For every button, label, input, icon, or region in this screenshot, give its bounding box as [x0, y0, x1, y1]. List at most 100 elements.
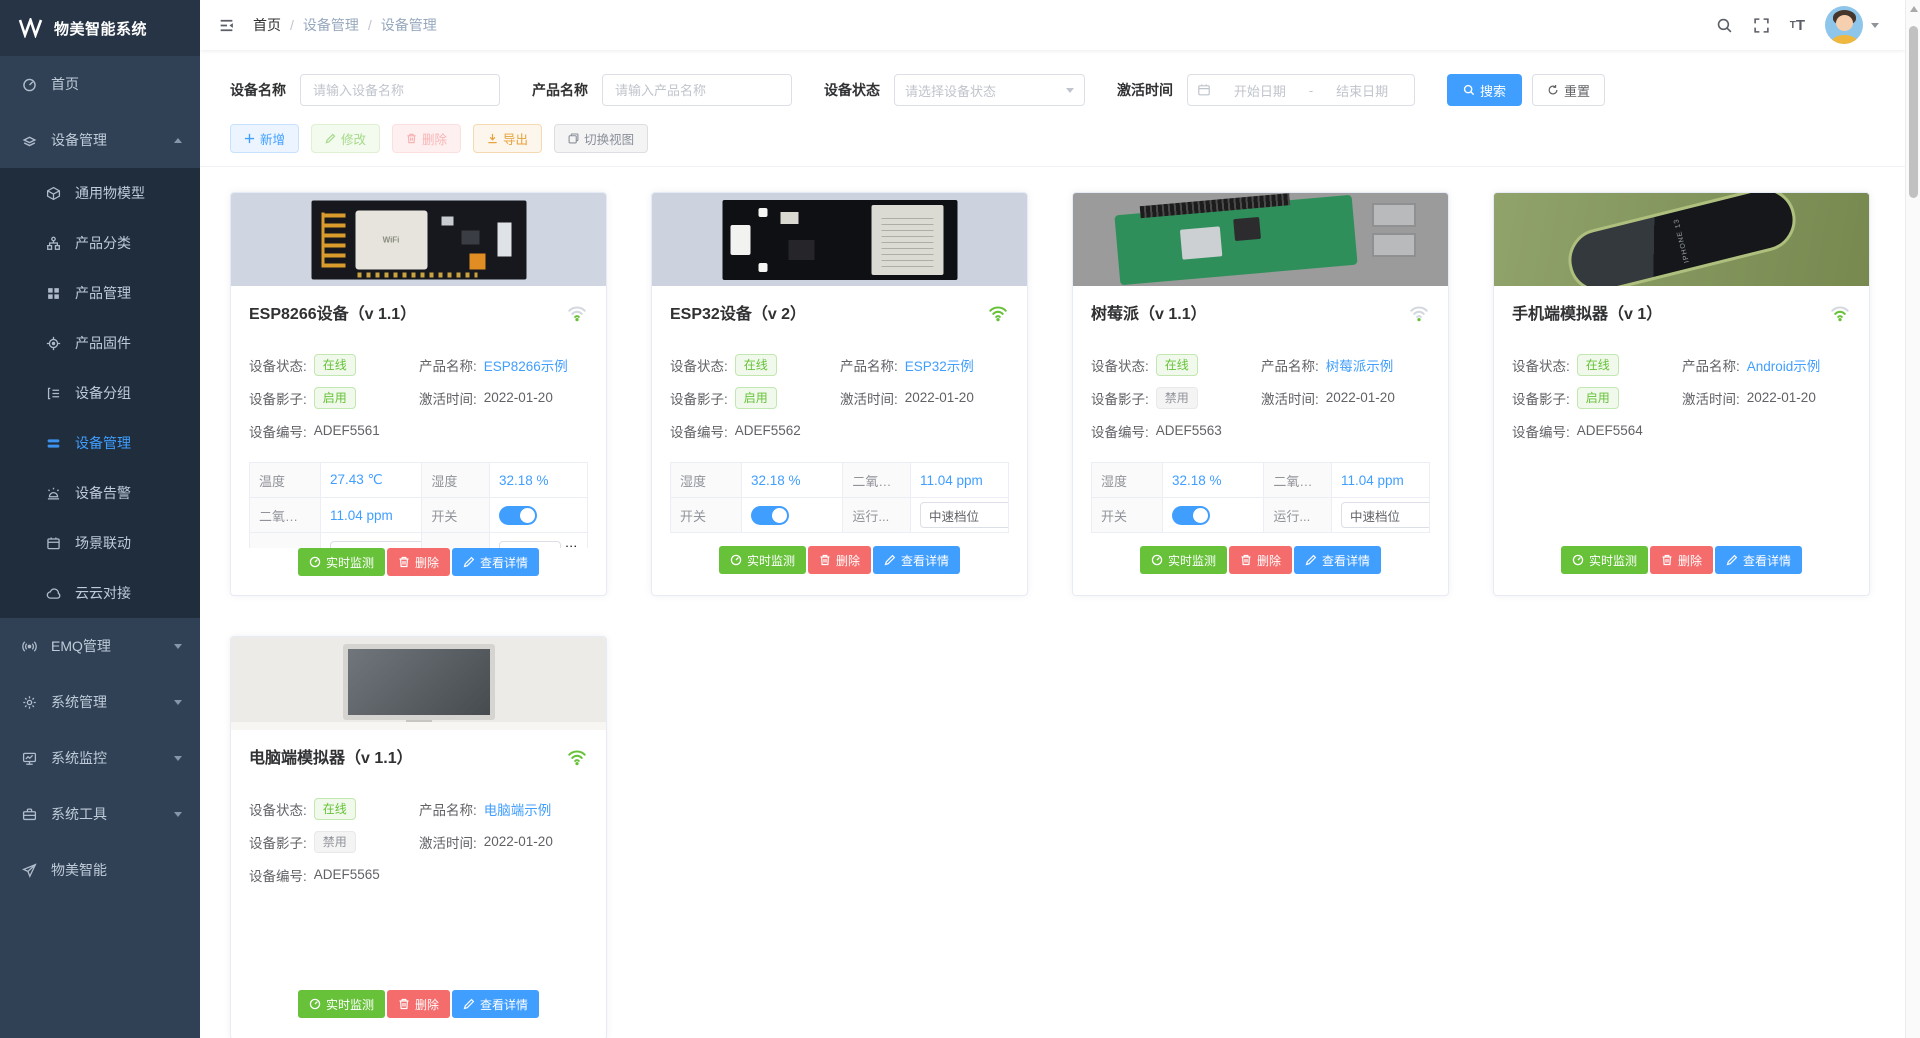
sidebar-item-thing-model[interactable]: 通用物模型: [0, 168, 200, 218]
clipped-input[interactable]: [330, 541, 422, 548]
sidebar-item-device-mgmt-active[interactable]: 设备管理: [0, 418, 200, 468]
sidebar-item-product-mgmt[interactable]: 产品管理: [0, 268, 200, 318]
chevron-up-icon: [174, 138, 182, 143]
status-badge: 在线: [1156, 354, 1198, 376]
realtime-monitor-button[interactable]: 实时监测: [1140, 546, 1227, 574]
sidebar-item-system-tools[interactable]: 系统工具: [0, 786, 200, 842]
product-link[interactable]: 树莓派示例: [1326, 355, 1394, 375]
sidebar-item-product-firmware[interactable]: 产品固件: [0, 318, 200, 368]
add-button[interactable]: 新增: [230, 124, 299, 153]
chevron-down-icon: [174, 812, 182, 817]
view-detail-button[interactable]: 查看详情: [452, 548, 539, 576]
reset-button[interactable]: 重置: [1532, 74, 1605, 106]
sidebar-item-label: 设备管理: [51, 130, 107, 150]
field-label: 产品名称:: [1682, 355, 1740, 375]
realtime-monitor-button[interactable]: 实时监测: [298, 990, 385, 1018]
delete-device-button[interactable]: 删除: [1229, 546, 1292, 574]
delete-device-button[interactable]: 删除: [387, 990, 450, 1018]
view-detail-button[interactable]: 查看详情: [452, 990, 539, 1018]
fullscreen-icon[interactable]: [1753, 17, 1770, 34]
realtime-monitor-button[interactable]: 实时监测: [1561, 546, 1648, 574]
select-placeholder: 请选择设备状态: [905, 81, 1066, 100]
product-link[interactable]: ESP32示例: [905, 355, 974, 375]
monitor-chart-icon: [22, 751, 37, 766]
wifi-signal-icon: [1408, 303, 1430, 322]
sidebar-item-product-category[interactable]: 产品分类: [0, 218, 200, 268]
device-list-icon: [46, 436, 61, 451]
font-size-icon[interactable]: TT: [1790, 17, 1805, 34]
view-detail-button[interactable]: 查看详情: [1294, 546, 1381, 574]
device-status-select[interactable]: 请选择设备状态: [894, 74, 1085, 106]
sidebar-fold-icon[interactable]: [218, 17, 235, 34]
realtime-monitor-button[interactable]: 实时监测: [298, 548, 385, 576]
search-button[interactable]: 搜索: [1447, 74, 1522, 106]
sidebar-item-device-group[interactable]: 设备分组: [0, 368, 200, 418]
active-time-value: 2022-01-20: [1326, 390, 1395, 405]
component-graphic: [441, 216, 453, 225]
sidebar-item-system-monitor[interactable]: 系统监控: [0, 730, 200, 786]
export-button[interactable]: 导出: [473, 124, 542, 153]
view-detail-button[interactable]: 查看详情: [1715, 546, 1802, 574]
scrollbar-thumb[interactable]: [1909, 26, 1918, 198]
trash-icon: [819, 554, 831, 566]
active-time-value: 2022-01-20: [1747, 390, 1816, 405]
filter-active-time: 激活时间 开始日期 - 结束日期: [1117, 74, 1415, 106]
sensor-label: 运行...: [843, 498, 911, 533]
user-menu[interactable]: [1825, 6, 1879, 44]
device-info: 设备状态:在线 产品名称:ESP8266示例 设备影子:启用 激活时间:2022…: [249, 348, 588, 447]
scroll-up-arrow[interactable]: [1910, 6, 1918, 12]
device-name-input[interactable]: [300, 74, 500, 106]
view-detail-button[interactable]: 查看详情: [873, 546, 960, 574]
wifi-signal-icon: [566, 747, 588, 766]
toggle-switch-on[interactable]: [1172, 506, 1210, 525]
vertical-scrollbar[interactable]: [1905, 0, 1920, 1038]
sidebar-item-home[interactable]: 首页: [0, 56, 200, 112]
sidebar-item-cloud-connect[interactable]: 云云对接: [0, 568, 200, 618]
delete-device-button[interactable]: 删除: [808, 546, 871, 574]
search-icon[interactable]: [1716, 17, 1733, 34]
realtime-monitor-button[interactable]: 实时监测: [719, 546, 806, 574]
caret-down-icon[interactable]: [1871, 23, 1879, 28]
category-tree-icon: [46, 236, 61, 251]
sidebar-item-system-mgmt[interactable]: 系统管理: [0, 674, 200, 730]
dashboard-icon: [22, 77, 37, 92]
toggle-switch-on[interactable]: [751, 506, 789, 525]
breadcrumb-home[interactable]: 首页: [253, 15, 281, 35]
date-range-picker[interactable]: 开始日期 - 结束日期: [1187, 74, 1415, 106]
component-graphic: [469, 253, 485, 269]
sensor-table: 温度 27.43 ℃ 湿度 32.18 % 二氧化碳 11.04 ppm 开关: [249, 462, 588, 548]
pencil-icon: [1305, 554, 1317, 566]
product-link[interactable]: ESP8266示例: [484, 355, 568, 375]
card-actions: 实时监测 删除 查看详情: [670, 546, 1009, 574]
switch-view-button[interactable]: 切换视图: [554, 124, 648, 153]
device-title: ESP32设备（v 2）: [670, 300, 806, 324]
avatar[interactable]: [1825, 6, 1863, 44]
edit-button[interactable]: 修改: [311, 124, 380, 153]
product-link[interactable]: 电脑端示例: [484, 799, 552, 819]
product-link[interactable]: Android示例: [1747, 355, 1821, 375]
field-label: 激活时间:: [1261, 388, 1319, 408]
field-label: 设备编号:: [1512, 421, 1570, 441]
delete-button[interactable]: 删除: [392, 124, 461, 153]
sensor-label: 开关: [422, 498, 490, 533]
product-name-input[interactable]: [602, 74, 792, 106]
sidebar-item-wumei-smart[interactable]: 物美智能: [0, 842, 200, 898]
delete-device-button[interactable]: 删除: [1650, 546, 1713, 574]
device-title: 树莓派（v 1.1）: [1091, 300, 1207, 324]
device-title: 电脑端模拟器（v 1.1）: [249, 744, 413, 768]
sensor-label: 二氧化碳: [1264, 463, 1332, 498]
gear-select[interactable]: 中速档位: [920, 502, 1009, 528]
clipped-input[interactable]: [499, 541, 561, 548]
sidebar: 物美智能系统 首页 设备管理 通用物模型 产品分类 产品管理 产品固件 设备分组: [0, 0, 200, 1038]
pencil-icon: [884, 554, 896, 566]
sensor-value: 11.04 ppm: [320, 498, 421, 533]
clipped-stepper[interactable]: [565, 541, 588, 548]
device-name-label: 设备名称: [230, 80, 286, 100]
gear-select[interactable]: 中速档位: [1341, 502, 1430, 528]
sidebar-item-emq-mgmt[interactable]: EMQ管理: [0, 618, 200, 674]
toggle-switch-on[interactable]: [499, 506, 537, 525]
sidebar-item-device-alarm[interactable]: 设备告警: [0, 468, 200, 518]
delete-device-button[interactable]: 删除: [387, 548, 450, 576]
sidebar-item-device-mgmt[interactable]: 设备管理: [0, 112, 200, 168]
sidebar-item-scene-linkage[interactable]: 场景联动: [0, 518, 200, 568]
